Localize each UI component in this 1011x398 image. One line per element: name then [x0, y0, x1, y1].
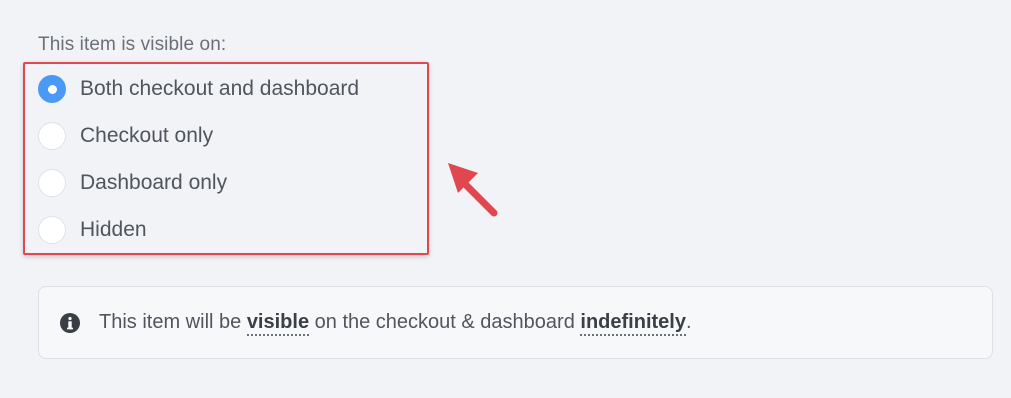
radio-option-both[interactable]: Both checkout and dashboard	[38, 73, 359, 105]
info-text-after: .	[685, 311, 692, 333]
info-box: This item will be visible on the checkou…	[38, 286, 993, 359]
radio-label-dashboard: Dashboard only	[80, 171, 228, 194]
info-message: This item will be visible on the checkou…	[99, 311, 692, 336]
info-emphasis-indefinitely: indefinitely	[580, 311, 686, 336]
radio-option-hidden[interactable]: Hidden	[38, 214, 359, 246]
annotation-arrow-icon	[448, 163, 498, 217]
radio-selected-dot	[47, 84, 57, 94]
radio-button-dashboard[interactable]	[38, 169, 66, 197]
radio-label-checkout: Checkout only	[80, 124, 214, 147]
radio-button-checkout[interactable]	[38, 122, 66, 150]
section-label: This item is visible on:	[38, 34, 227, 55]
info-emphasis-visible: visible	[246, 311, 310, 336]
info-text-before: This item will be	[99, 311, 247, 333]
radio-button-both[interactable]	[38, 75, 66, 103]
radio-label-hidden: Hidden	[80, 218, 147, 241]
radio-button-hidden[interactable]	[38, 216, 66, 244]
info-icon	[59, 312, 81, 334]
radio-label-both: Both checkout and dashboard	[80, 77, 360, 100]
visibility-radio-group: Both checkout and dashboard Checkout onl…	[38, 73, 359, 261]
radio-option-checkout[interactable]: Checkout only	[38, 120, 359, 152]
info-text-middle: on the checkout & dashboard	[309, 311, 581, 333]
radio-option-dashboard[interactable]: Dashboard only	[38, 167, 359, 199]
